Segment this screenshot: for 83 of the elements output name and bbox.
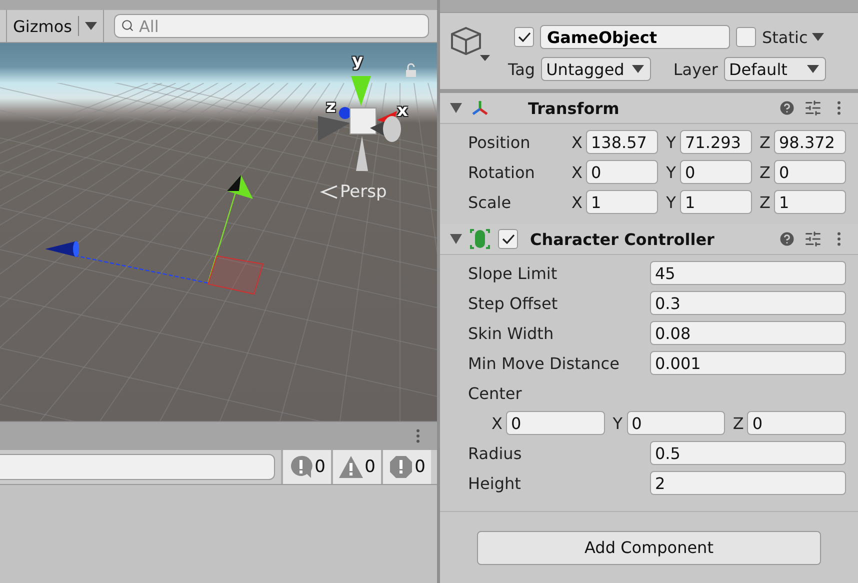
- axis-label: Y: [665, 132, 677, 152]
- axis-label: Y: [612, 414, 624, 432]
- static-dropdown[interactable]: Static: [762, 28, 824, 46]
- transform-axes-icon: [470, 99, 490, 117]
- number-field[interactable]: 45: [650, 261, 846, 285]
- message-count-toggle[interactable]: 0: [381, 450, 431, 484]
- enable-checkbox[interactable]: [498, 229, 518, 249]
- capsule-icon: [470, 229, 490, 249]
- number-field[interactable]: 0: [774, 160, 846, 184]
- number-field[interactable]: 1: [774, 190, 846, 214]
- number-field[interactable]: 138.57: [586, 130, 658, 154]
- number-field[interactable]: 0.3: [650, 291, 846, 315]
- preset-sliders-icon[interactable]: [804, 230, 822, 248]
- axis-label: Y: [665, 162, 677, 182]
- checkmark-icon: [501, 233, 515, 245]
- number-field[interactable]: 0.5: [650, 441, 846, 465]
- search-field[interactable]: All: [114, 14, 429, 38]
- number-field[interactable]: 0: [747, 411, 846, 435]
- field-label: Step Offset: [468, 294, 559, 312]
- number-field[interactable]: 0: [506, 411, 605, 435]
- axis-label: Z: [758, 192, 772, 212]
- field-label: Height: [468, 474, 522, 492]
- chevron-left-icon: [320, 184, 338, 200]
- warning-icon: [338, 456, 363, 478]
- lock-icon[interactable]: [404, 63, 418, 77]
- caret-icon: [84, 22, 97, 30]
- axis-label: X: [570, 192, 584, 212]
- info-message-icon: [288, 455, 313, 479]
- number-field[interactable]: 1: [586, 190, 658, 214]
- number-field[interactable]: 0: [586, 160, 658, 184]
- number-field[interactable]: 98.372: [774, 130, 846, 154]
- axis-label: X: [570, 132, 584, 152]
- axis-label: Y: [665, 192, 677, 212]
- tag-dropdown[interactable]: Untagged: [541, 57, 652, 81]
- message-count-toggle[interactable]: 0: [331, 450, 381, 484]
- number-field[interactable]: 2: [650, 471, 846, 495]
- perspective-toggle[interactable]: Persp: [320, 182, 387, 202]
- axis-letter: x: [397, 101, 408, 121]
- axis-label: X: [570, 162, 584, 182]
- active-checkbox[interactable]: [514, 27, 534, 47]
- field-label: Center: [468, 384, 523, 402]
- number-field[interactable]: 0: [680, 160, 752, 184]
- field-label: Min Move Distance: [468, 354, 620, 372]
- number-field[interactable]: 0.08: [650, 321, 846, 345]
- axis-label: Z: [758, 162, 772, 182]
- preset-sliders-icon[interactable]: [804, 99, 822, 117]
- field-label: Scale: [468, 192, 512, 212]
- console-search-field[interactable]: [0, 454, 275, 480]
- axis-label: Z: [732, 414, 745, 432]
- layer-dropdown[interactable]: Default: [724, 57, 826, 81]
- error-icon: [388, 455, 413, 479]
- number-field[interactable]: 71.293: [680, 130, 752, 154]
- component-title: Transform: [528, 98, 620, 118]
- caret-icon: [632, 65, 644, 73]
- field-label: Position: [468, 132, 532, 152]
- gizmos-dropdown[interactable]: Gizmos: [6, 10, 104, 42]
- field-label: Slope Limit: [468, 264, 558, 282]
- caret-icon: [807, 65, 820, 73]
- number-field[interactable]: 1: [680, 190, 752, 214]
- layer-label: Layer: [673, 60, 718, 78]
- name-field[interactable]: GameObject: [540, 25, 730, 49]
- message-count-toggle[interactable]: 0: [281, 450, 331, 484]
- search-icon: [120, 19, 134, 32]
- number-field[interactable]: 0.001: [650, 351, 846, 375]
- caret-icon: [812, 33, 824, 41]
- add-component-button[interactable]: Add Component: [477, 530, 821, 564]
- field-label: Rotation: [468, 162, 536, 182]
- static-checkbox[interactable]: [736, 27, 756, 47]
- help-icon[interactable]: [778, 99, 796, 117]
- number-field[interactable]: 0: [626, 411, 726, 435]
- foldout-triangle-icon[interactable]: [450, 233, 462, 245]
- component-title: Character Controller: [530, 230, 716, 248]
- axis-label: Z: [758, 132, 772, 152]
- foldout-triangle-icon[interactable]: [450, 102, 462, 114]
- checkmark-icon: [517, 31, 531, 43]
- axis-label: X: [490, 414, 504, 432]
- scene-view[interactable]: z y x Persp: [0, 43, 437, 421]
- axis-letter: y: [352, 51, 364, 71]
- field-label: Skin Width: [468, 324, 555, 342]
- tag-label: Tag: [508, 60, 536, 78]
- field-label: Radius: [468, 444, 523, 462]
- help-icon[interactable]: [778, 230, 796, 248]
- axis-letter: z: [326, 97, 336, 117]
